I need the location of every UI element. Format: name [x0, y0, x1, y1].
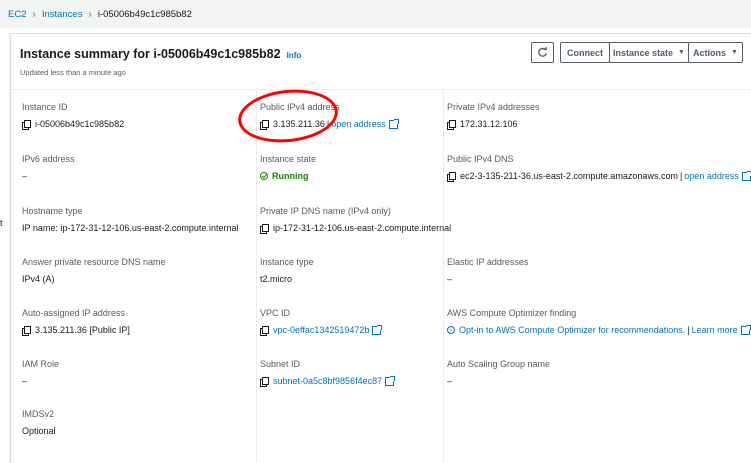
field-private-ipv4: Private IPv4 addresses 172.31.12.106	[447, 102, 540, 130]
separator: |	[687, 325, 690, 335]
column-divider	[443, 89, 444, 463]
field-label: Auto-assigned IP address	[22, 308, 125, 318]
optimizer-opt-in-link[interactable]: Opt-in to AWS Compute Optimizer for reco…	[459, 325, 685, 335]
connect-button[interactable]: Connect	[560, 42, 610, 63]
iam-role-value: –	[22, 376, 28, 386]
caret-down-icon: ▼	[678, 49, 685, 56]
field-label: Private IP DNS name (IPv4 only)	[260, 206, 391, 216]
field-label: IAM Role	[22, 359, 60, 369]
side-text-fragment: t	[0, 218, 3, 228]
field-optimizer: AWS Compute Optimizer finding i Opt-in t…	[447, 308, 751, 335]
field-elastic-ip: Elastic IP addresses –	[447, 257, 528, 284]
field-hostname-type: Hostname type IP name: ip-172-31-12-106.…	[22, 206, 238, 233]
field-label: IPv6 address	[22, 154, 75, 164]
subnet-id-link[interactable]: subnet-0a5c8bf9856f4ec87	[273, 376, 382, 386]
elastic-ip-value: –	[447, 274, 453, 284]
open-address-link[interactable]: open address	[684, 171, 739, 181]
page-title: Instance summary for i-05006b49c1c985b82…	[20, 47, 301, 61]
breadcrumb: EC2 › Instances › i-05006b49c1c985b82	[8, 9, 192, 20]
copy-icon[interactable]	[260, 223, 269, 234]
field-vpc-id: VPC ID vpc-0effac1342519472b	[260, 308, 383, 336]
external-link-icon[interactable]	[388, 118, 399, 129]
vpc-id-link[interactable]: vpc-0effac1342519472b	[273, 325, 369, 335]
instance-state-value: Running	[272, 171, 309, 181]
copy-icon[interactable]	[22, 119, 31, 130]
page-title-text: Instance summary for i-05006b49c1c985b82	[20, 47, 281, 61]
public-dns-value: ec2-3-135-211-36.us-east-2.compute.amazo…	[460, 171, 678, 181]
caret-down-icon: ▼	[731, 49, 738, 56]
instance-id-value: i-05006b49c1c985b82	[35, 119, 125, 129]
field-iam-role: IAM Role –	[22, 359, 59, 386]
copy-icon[interactable]	[260, 376, 269, 387]
breadcrumb-ec2[interactable]: EC2	[8, 9, 26, 20]
field-asg-name: Auto Scaling Group name –	[447, 359, 550, 386]
field-subnet-id: Subnet ID subnet-0a5c8bf9856f4ec87	[260, 359, 396, 387]
auto-ip-value: 3.135.211.36 [Public IP]	[35, 325, 130, 335]
field-instance-state: Instance state Running	[260, 154, 316, 181]
instance-summary-panel: Instance summary for i-05006b49c1c985b82…	[10, 33, 751, 463]
field-label: Private IPv4 addresses	[447, 102, 540, 112]
info-circle-icon: i	[447, 326, 455, 334]
chevron-right-icon: ›	[32, 9, 36, 20]
field-label: Answer private resource DNS name	[22, 257, 166, 267]
imdsv2-value: Optional	[22, 426, 56, 436]
breadcrumb-instances[interactable]: Instances	[42, 9, 83, 20]
external-link-icon[interactable]	[740, 324, 751, 335]
field-label: Instance type	[260, 257, 314, 267]
field-label: Subnet ID	[260, 359, 301, 369]
separator: |	[679, 171, 683, 181]
refresh-button[interactable]	[531, 42, 554, 63]
field-ipv6: IPv6 address –	[22, 154, 75, 181]
field-auto-ip: Auto-assigned IP address 3.135.211.36 [P…	[22, 308, 130, 336]
breadcrumb-current: i-05006b49c1c985b82	[97, 9, 192, 20]
asg-name-value: –	[447, 376, 453, 386]
instance-type-value: t2.micro	[260, 274, 293, 284]
private-ipv4-value: 172.31.12.106	[460, 119, 518, 129]
external-link-icon[interactable]	[741, 170, 751, 181]
external-link-icon[interactable]	[385, 375, 396, 386]
info-link[interactable]: Info	[287, 51, 302, 60]
field-public-dns: Public IPv4 DNS ec2-3-135-211-36.us-east…	[447, 154, 751, 182]
field-label: Instance state	[260, 154, 317, 164]
updated-status: Updated less than a minute ago	[20, 68, 126, 77]
breadcrumb-bar: EC2 › Instances › i-05006b49c1c985b82	[0, 0, 751, 28]
external-link-icon[interactable]	[372, 324, 383, 335]
field-label: Auto Scaling Group name	[447, 359, 551, 369]
actions-label: Actions	[693, 47, 727, 58]
field-private-dns: Private IP DNS name (IPv4 only) ip-172-3…	[260, 206, 452, 234]
copy-icon[interactable]	[260, 325, 269, 336]
private-dns-value: ip-172-31-12-106.us-east-2.compute.inter…	[273, 223, 452, 233]
field-label: IMDSv2	[22, 409, 55, 419]
status-ok-icon	[260, 172, 268, 180]
actions-button[interactable]: Actions ▼	[688, 42, 743, 63]
panel-header: Instance summary for i-05006b49c1c985b82…	[11, 34, 751, 90]
chevron-right-icon: ›	[88, 9, 92, 20]
instance-state-label: Instance state	[613, 47, 674, 58]
hostname-type-value: IP name: ip-172-31-12-106.us-east-2.comp…	[22, 223, 239, 233]
field-answer-dns: Answer private resource DNS name IPv4 (A…	[22, 257, 166, 284]
copy-icon[interactable]	[447, 171, 456, 182]
field-instance-type: Instance type t2.micro	[260, 257, 314, 284]
field-label: AWS Compute Optimizer finding	[447, 308, 577, 318]
answer-dns-value: IPv4 (A)	[22, 274, 55, 284]
field-label: Elastic IP addresses	[447, 257, 529, 267]
field-label: Hostname type	[22, 206, 83, 216]
copy-icon[interactable]	[22, 325, 31, 336]
field-label: Public IPv4 DNS	[447, 154, 514, 164]
learn-more-link[interactable]: Learn more	[692, 325, 738, 335]
instance-state-button[interactable]: Instance state ▼	[609, 42, 689, 63]
field-imdsv2: IMDSv2 Optional	[22, 409, 56, 436]
column-divider	[256, 89, 257, 463]
open-address-link[interactable]: open address	[331, 119, 386, 129]
field-label: VPC ID	[260, 308, 291, 318]
field-label: Instance ID	[22, 102, 68, 112]
ipv6-value: –	[22, 171, 28, 181]
copy-icon[interactable]	[447, 119, 456, 130]
field-instance-id: Instance ID i-05006b49c1c985b82	[22, 102, 125, 130]
refresh-icon	[538, 47, 547, 57]
